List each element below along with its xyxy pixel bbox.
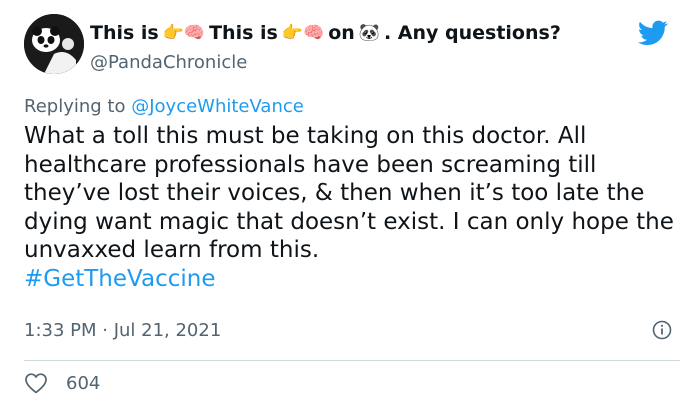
pointing-brain-emoji-icon: 👉🧠 bbox=[281, 23, 325, 43]
display-name-part: This is bbox=[209, 22, 278, 44]
twitter-bird-icon[interactable] bbox=[638, 20, 668, 46]
reply-prefix: Replying to bbox=[24, 96, 126, 117]
hashtag-link[interactable]: #GetTheVaccine bbox=[24, 265, 680, 294]
info-icon[interactable] bbox=[652, 320, 672, 340]
panda-emoji-icon: 🐼 bbox=[358, 23, 380, 43]
display-name-part: This is bbox=[90, 22, 159, 44]
display-name-part: . Any questions? bbox=[383, 22, 561, 44]
display-name[interactable]: This is 👉🧠 This is 👉🧠 on 🐼 . Any questio… bbox=[90, 22, 561, 44]
heart-icon bbox=[25, 373, 47, 394]
tweet-text: What a toll this must be taking on this … bbox=[24, 123, 674, 263]
tweet-card: This is 👉🧠 This is 👉🧠 on 🐼 . Any questio… bbox=[0, 0, 700, 411]
like-button[interactable]: 604 bbox=[24, 372, 100, 394]
like-count: 604 bbox=[66, 372, 101, 394]
user-handle[interactable]: @PandaChronicle bbox=[90, 52, 247, 73]
reply-to-link[interactable]: @JoyceWhiteVance bbox=[131, 96, 304, 117]
divider bbox=[24, 360, 680, 361]
display-name-part: on bbox=[328, 22, 355, 44]
avatar[interactable] bbox=[24, 14, 84, 74]
timestamp[interactable]: 1:33 PM · Jul 21, 2021 bbox=[24, 320, 221, 341]
panda-avatar-icon bbox=[24, 14, 84, 74]
reply-context: Replying to @JoyceWhiteVance bbox=[24, 96, 304, 117]
tweet-body: What a toll this must be taking on this … bbox=[24, 122, 680, 293]
pointing-brain-emoji-icon: 👉🧠 bbox=[162, 23, 206, 43]
